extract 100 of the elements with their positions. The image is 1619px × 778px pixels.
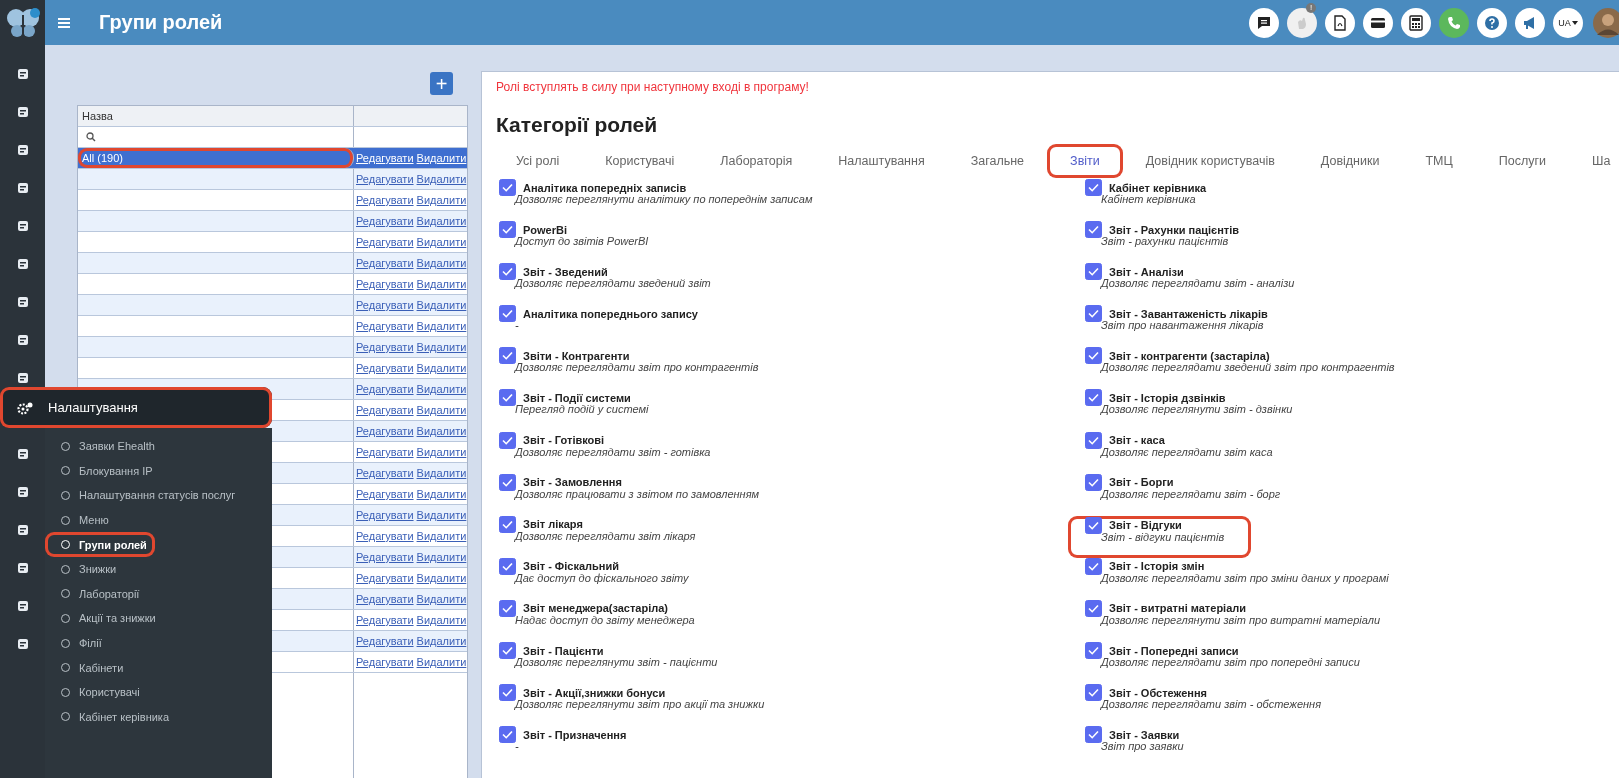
menu-item[interactable]: Користувачі [45, 679, 148, 705]
menu-item[interactable]: Акції та знижки [45, 606, 164, 631]
calculator-icon[interactable] [1401, 7, 1431, 38]
delete-link[interactable]: Видалити [416, 320, 467, 332]
add-button[interactable]: + [430, 72, 453, 95]
tab[interactable]: Послуги [1475, 144, 1570, 178]
menu-item[interactable]: Налаштування статусів послуг [45, 483, 244, 508]
tab[interactable]: Довідник користувачів [1122, 144, 1298, 178]
checkbox[interactable] [499, 431, 516, 449]
delete-link[interactable]: Видалити [416, 593, 467, 605]
delete-link[interactable]: Видалити [416, 236, 467, 248]
tab[interactable]: Усі ролі [502, 144, 583, 178]
delete-link[interactable]: Видалити [416, 509, 467, 521]
edit-link[interactable]: Редагувати [356, 509, 414, 521]
edit-link[interactable]: Редагувати [356, 257, 414, 269]
menu-item[interactable]: Блокування IP [45, 458, 161, 484]
checkbox[interactable] [499, 221, 516, 239]
language-dropdown[interactable]: UA [1553, 7, 1583, 38]
hand-icon[interactable] [1287, 7, 1317, 38]
pdf-icon[interactable] [1325, 7, 1355, 38]
delete-link[interactable]: Видалити [416, 362, 467, 374]
card-icon[interactable] [1363, 7, 1393, 38]
tab[interactable]: Ша [1569, 144, 1619, 178]
delete-link[interactable]: Видалити [416, 215, 467, 227]
settings-menu-header[interactable]: Налаштування [0, 387, 272, 428]
delete-link[interactable]: Видалити [416, 551, 467, 563]
checkbox[interactable] [1085, 305, 1102, 323]
delete-link[interactable]: Видалити [416, 194, 467, 206]
delete-link[interactable]: Видалити [416, 530, 467, 542]
edit-link[interactable]: Редагувати [356, 173, 414, 185]
checkbox[interactable] [1085, 642, 1102, 660]
delete-link[interactable]: Видалити [416, 404, 467, 416]
delete-link[interactable]: Видалити [416, 341, 467, 353]
edit-link[interactable]: Редагувати [356, 446, 414, 458]
edit-link[interactable]: Редагувати [356, 152, 414, 164]
checkbox[interactable] [1085, 684, 1102, 702]
delete-link[interactable]: Видалити [416, 257, 467, 269]
menu-item[interactable]: Меню [45, 507, 117, 533]
delete-link[interactable]: Видалити [416, 425, 467, 437]
edit-link[interactable]: Редагувати [356, 194, 414, 206]
avatar[interactable] [1593, 7, 1619, 38]
edit-link[interactable]: Редагувати [356, 362, 414, 374]
checkbox[interactable] [1085, 431, 1102, 449]
checkbox[interactable] [499, 179, 516, 196]
chat-icon[interactable] [1249, 7, 1279, 38]
checkbox[interactable] [1085, 179, 1102, 196]
edit-link[interactable]: Редагувати [356, 236, 414, 248]
checkbox[interactable] [1085, 473, 1102, 491]
delete-link[interactable]: Видалити [416, 278, 467, 290]
checkbox[interactable] [499, 515, 516, 533]
edit-link[interactable]: Редагувати [356, 320, 414, 332]
checkbox[interactable] [499, 557, 516, 575]
checkbox[interactable] [1085, 347, 1102, 365]
edit-link[interactable]: Редагувати [356, 278, 414, 290]
checkbox[interactable] [499, 726, 516, 744]
tab[interactable]: Лабораторія [697, 144, 816, 178]
edit-link[interactable]: Редагувати [356, 215, 414, 227]
checkbox[interactable] [499, 347, 516, 365]
selected-row[interactable]: All (190) Редагувати Видалити [78, 148, 467, 169]
edit-link[interactable]: Редагувати [356, 656, 414, 668]
checkbox[interactable] [1085, 389, 1102, 407]
menu-item[interactable]: Кабінет керівника [45, 704, 178, 730]
checkbox[interactable] [499, 473, 516, 491]
tab[interactable]: Загальне [947, 144, 1048, 178]
delete-link[interactable]: Видалити [416, 656, 467, 668]
checkbox[interactable] [499, 263, 516, 281]
edit-link[interactable]: Редагувати [356, 425, 414, 437]
tab[interactable]: Довідники [1297, 144, 1403, 178]
megaphone-icon[interactable] [1515, 7, 1545, 38]
menu-item[interactable]: Групи ролей [45, 532, 155, 557]
checkbox[interactable] [1085, 726, 1102, 744]
delete-link[interactable]: Видалити [416, 635, 467, 647]
checkbox[interactable] [1085, 599, 1102, 617]
delete-link[interactable]: Видалити [416, 614, 467, 626]
menu-item[interactable]: Філії [45, 630, 110, 656]
checkbox[interactable] [499, 389, 516, 407]
delete-link[interactable]: Видалити [416, 299, 467, 311]
menu-item[interactable]: Заявки Ehealth [45, 434, 163, 459]
delete-link[interactable]: Видалити [416, 467, 467, 479]
tab[interactable]: Користувачі [582, 144, 698, 178]
edit-link[interactable]: Редагувати [356, 488, 414, 500]
checkbox[interactable] [1085, 516, 1102, 534]
checkbox[interactable] [1085, 557, 1102, 575]
checkbox[interactable] [499, 642, 516, 660]
menu-icon[interactable] [58, 17, 70, 28]
help-icon[interactable] [1477, 7, 1507, 38]
checkbox[interactable] [499, 684, 516, 702]
edit-link[interactable]: Редагувати [356, 551, 414, 563]
tab[interactable]: Налаштування [815, 144, 948, 178]
delete-link[interactable]: Видалити [416, 152, 467, 164]
checkbox[interactable] [499, 599, 516, 617]
edit-link[interactable]: Редагувати [356, 404, 414, 416]
delete-link[interactable]: Видалити [416, 488, 467, 500]
edit-link[interactable]: Редагувати [356, 530, 414, 542]
delete-link[interactable]: Видалити [416, 572, 467, 584]
edit-link[interactable]: Редагувати [356, 467, 414, 479]
delete-link[interactable]: Видалити [416, 383, 467, 395]
edit-link[interactable]: Редагувати [356, 593, 414, 605]
edit-link[interactable]: Редагувати [356, 572, 414, 584]
menu-item[interactable]: Кабінети [45, 655, 132, 680]
